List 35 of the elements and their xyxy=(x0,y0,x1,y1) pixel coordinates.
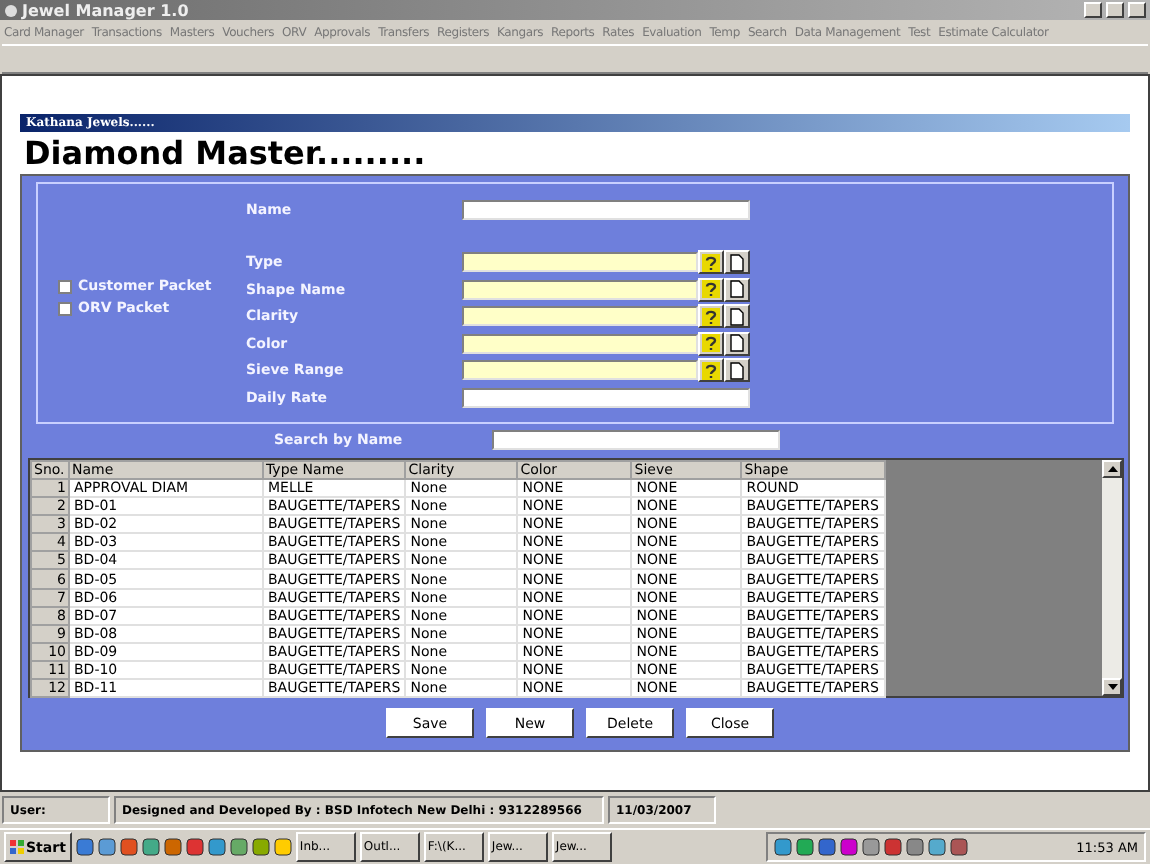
new-button[interactable] xyxy=(724,277,750,302)
app-icon xyxy=(4,3,18,17)
question-icon xyxy=(702,280,720,299)
lookup-button[interactable] xyxy=(698,250,724,275)
new-button[interactable] xyxy=(724,358,750,383)
question-icon xyxy=(702,361,720,380)
down-arrow-icon xyxy=(1107,684,1117,690)
lookup-button[interactable] xyxy=(698,304,724,329)
lookup-field[interactable] xyxy=(462,333,698,354)
lookup-field[interactable] xyxy=(462,360,698,381)
new-button[interactable] xyxy=(724,331,750,356)
lookup-field[interactable] xyxy=(462,306,698,327)
question-icon xyxy=(702,253,720,272)
scrollbar[interactable] xyxy=(1102,460,1122,696)
form-heading: Diamond Master......... xyxy=(22,132,428,174)
search-field[interactable] xyxy=(492,430,780,450)
name-field[interactable] xyxy=(462,199,750,220)
new-button[interactable] xyxy=(724,250,750,275)
question-icon xyxy=(702,307,720,326)
up-arrow-icon xyxy=(1107,466,1117,472)
checkbox[interactable] xyxy=(58,301,72,315)
question-icon xyxy=(702,334,720,353)
checkbox[interactable] xyxy=(58,279,72,293)
daily-rate-field[interactable] xyxy=(462,387,750,408)
close-button[interactable] xyxy=(1128,2,1146,18)
windows-logo-icon xyxy=(10,840,24,854)
minimize-button[interactable] xyxy=(1084,2,1102,18)
restore-button[interactable] xyxy=(1106,2,1124,18)
lookup-button[interactable] xyxy=(698,358,724,383)
new-button[interactable] xyxy=(724,304,750,329)
lookup-button[interactable] xyxy=(698,277,724,302)
window-title: Jewel Manager 1.0 xyxy=(22,1,191,19)
lookup-field[interactable] xyxy=(462,279,698,300)
lookup-field[interactable] xyxy=(462,252,698,273)
lookup-button[interactable] xyxy=(698,331,724,356)
